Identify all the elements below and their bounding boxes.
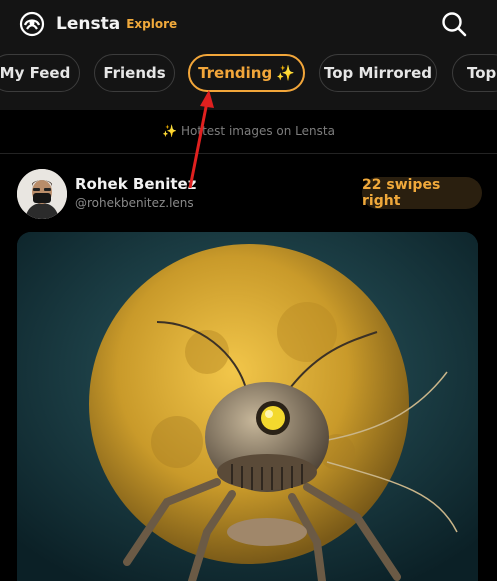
tab-label: Trending <box>198 64 273 82</box>
section-label: Explore <box>126 17 178 31</box>
tab-label: Top C <box>467 64 497 82</box>
lensta-logo-icon <box>19 11 45 37</box>
tab-top-collected[interactable]: Top C <box>452 54 497 92</box>
author-handle[interactable]: @rohekbenitez.lens <box>75 196 194 210</box>
avatar-portrait-icon <box>17 169 67 219</box>
brand[interactable]: Lensta Explore <box>18 10 177 38</box>
robot-spider-moon-artwork <box>17 232 478 581</box>
search-icon[interactable] <box>440 10 468 38</box>
feed-tabs: My Feed Friends Trending ✨ Top Mirrored … <box>0 54 497 92</box>
author-name[interactable]: Rohek Benitez <box>75 175 196 193</box>
tab-trending[interactable]: Trending ✨ <box>188 54 305 92</box>
tab-friends[interactable]: Friends <box>94 54 175 92</box>
tab-label: Top Mirrored <box>324 64 432 82</box>
trending-hint: ✨ Hottest images on Lensta <box>0 124 497 138</box>
tab-label: My Feed <box>0 64 71 82</box>
app-name: Lensta <box>56 14 121 34</box>
swipes-badge: 22 swipes right <box>362 177 482 209</box>
hint-text: Hottest images on Lensta <box>181 124 335 138</box>
divider <box>0 153 497 154</box>
sparkles-icon: ✨ <box>276 64 295 82</box>
sparkles-icon: ✨ <box>162 124 178 138</box>
top-navigation-bar: Lensta Explore My Feed Friends Trending … <box>0 0 497 110</box>
avatar[interactable] <box>17 169 67 219</box>
tab-top-mirrored[interactable]: Top Mirrored <box>319 54 437 92</box>
tab-my-feed[interactable]: My Feed <box>0 54 80 92</box>
post-image[interactable] <box>17 232 478 581</box>
tab-label: Friends <box>103 64 166 82</box>
